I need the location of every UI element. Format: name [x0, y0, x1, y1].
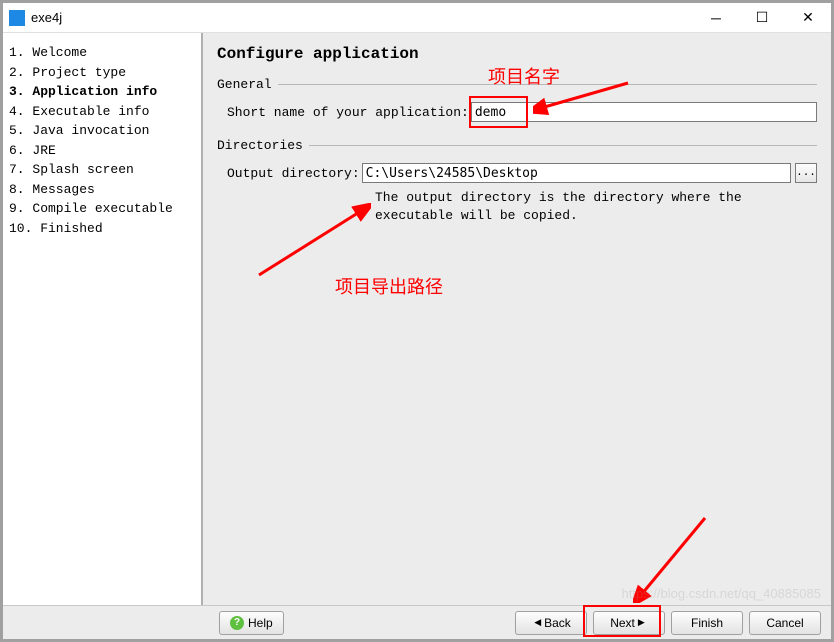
- annotation-text-export: 项目导出路径: [335, 273, 443, 299]
- directories-group: Directories Output directory: ... The ou…: [217, 138, 817, 224]
- minimize-button[interactable]: ─: [693, 3, 739, 33]
- output-dir-row: Output directory: ...: [217, 163, 817, 183]
- app-icon: [9, 10, 25, 26]
- maximize-button[interactable]: ☐: [739, 3, 785, 33]
- window-title: exe4j: [31, 10, 693, 25]
- general-legend: General: [217, 77, 817, 92]
- page-title: Configure application: [217, 45, 817, 63]
- output-dir-help: The output directory is the directory wh…: [217, 189, 817, 224]
- output-dir-input[interactable]: [362, 163, 791, 183]
- short-name-label: Short name of your application:: [227, 105, 469, 120]
- cancel-button[interactable]: Cancel: [749, 611, 821, 635]
- step-splash-screen[interactable]: 7. Splash screen: [9, 160, 195, 180]
- arrow-right-icon: ▶: [638, 617, 645, 628]
- window-controls: ─ ☐ ✕: [693, 3, 831, 33]
- step-project-type[interactable]: 2. Project type: [9, 63, 195, 83]
- finish-button[interactable]: Finish: [671, 611, 743, 635]
- sidebar-watermark: exe4j: [0, 495, 7, 605]
- help-button[interactable]: ? Help: [219, 611, 284, 635]
- short-name-row: Short name of your application:: [217, 102, 817, 122]
- step-executable-info[interactable]: 4. Executable info: [9, 102, 195, 122]
- nav-buttons: ◀ Back Next ▶ Finish Cancel: [515, 611, 821, 635]
- image-watermark: https://blog.csdn.net/qq_40885085: [622, 586, 822, 601]
- close-button[interactable]: ✕: [785, 3, 831, 33]
- short-name-input[interactable]: [471, 102, 817, 122]
- main-panel: Configure application General Short name…: [203, 33, 831, 605]
- titlebar: exe4j ─ ☐ ✕: [3, 3, 831, 33]
- step-java-invocation[interactable]: 5. Java invocation: [9, 121, 195, 141]
- step-messages[interactable]: 8. Messages: [9, 180, 195, 200]
- step-welcome[interactable]: 1. Welcome: [9, 43, 195, 63]
- ellipsis-icon: ...: [796, 167, 816, 179]
- directories-legend: Directories: [217, 138, 817, 153]
- step-finished[interactable]: 10. Finished: [9, 219, 195, 239]
- back-button[interactable]: ◀ Back: [515, 611, 587, 635]
- divider: [309, 145, 817, 146]
- help-icon: ?: [230, 616, 244, 630]
- output-dir-label: Output directory:: [227, 166, 360, 181]
- next-button[interactable]: Next ▶: [593, 611, 665, 635]
- step-jre[interactable]: 6. JRE: [9, 141, 195, 161]
- general-group: General Short name of your application:: [217, 77, 817, 122]
- step-application-info[interactable]: 3. Application info: [9, 82, 195, 102]
- help-label: Help: [248, 616, 273, 630]
- content-area: 1. Welcome 2. Project type 3. Applicatio…: [3, 33, 831, 605]
- wizard-sidebar: 1. Welcome 2. Project type 3. Applicatio…: [3, 33, 203, 605]
- wizard-footer: ? Help ◀ Back Next ▶ Finish Cancel: [3, 605, 831, 639]
- divider: [278, 84, 817, 85]
- step-compile-executable[interactable]: 9. Compile executable: [9, 199, 195, 219]
- arrow-left-icon: ◀: [534, 617, 541, 628]
- browse-button[interactable]: ...: [795, 163, 817, 183]
